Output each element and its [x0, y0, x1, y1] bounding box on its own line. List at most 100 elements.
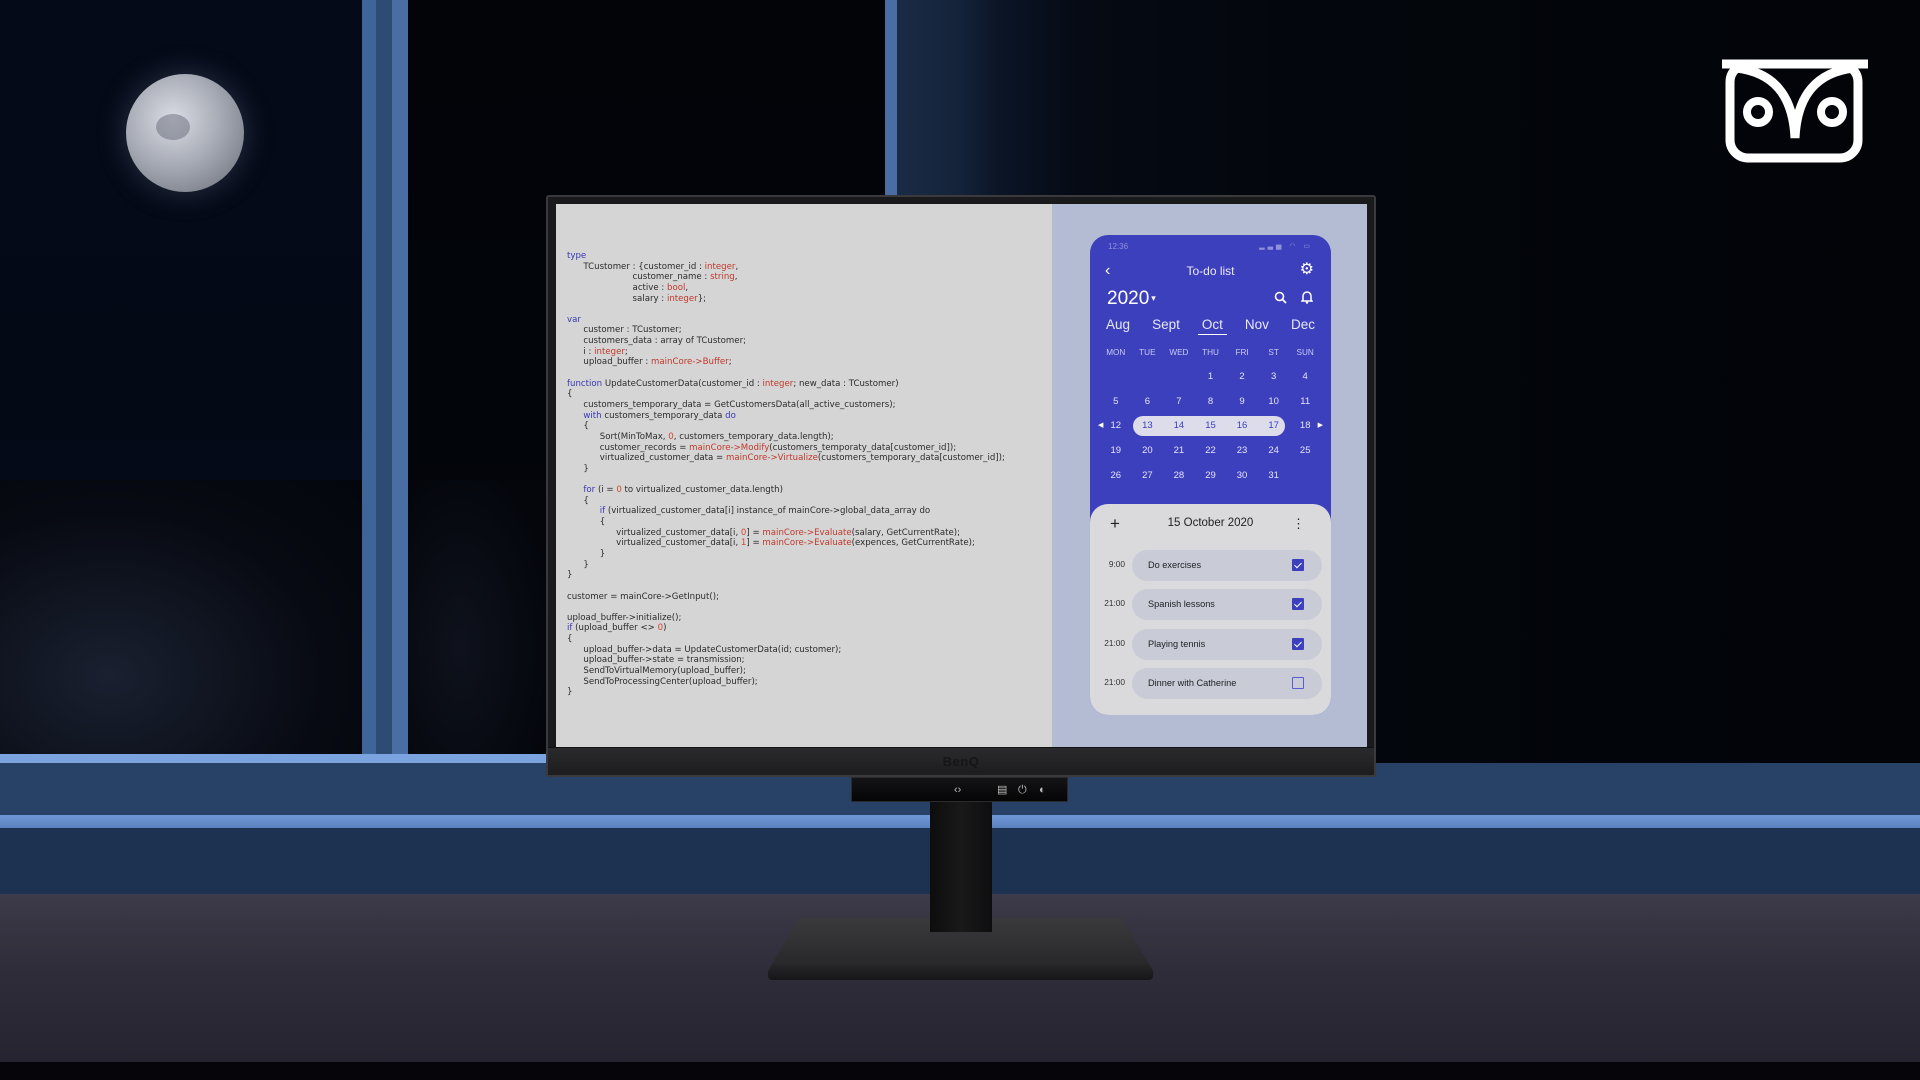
calendar-week-row: ◀ ▶ 12 13 14 15 16 17 18	[1098, 416, 1323, 444]
code-token: ,	[685, 282, 689, 293]
code-token: with	[583, 410, 602, 421]
code-line: with customers_temporary_data do	[567, 411, 1052, 422]
month-tab-oct[interactable]: Oct	[1197, 317, 1227, 335]
calendar-day[interactable]: 4	[1289, 370, 1321, 395]
calendar-day[interactable]: 23	[1226, 444, 1258, 469]
calendar-day[interactable]: 3	[1258, 370, 1290, 395]
code-token: {	[567, 495, 589, 506]
code-token: integer	[704, 261, 736, 272]
task-pill[interactable]: Spanish lessons	[1132, 589, 1322, 621]
calendar-day[interactable]: 16	[1226, 419, 1258, 444]
calendar-day[interactable]: 22	[1195, 444, 1227, 469]
code-line: {	[567, 496, 1052, 507]
calendar-day[interactable]: 13	[1132, 419, 1164, 444]
calendar-day[interactable]: 14	[1163, 419, 1195, 444]
code-token: UpdateCustomerData(customer_id :	[602, 378, 763, 389]
code-line: upload_buffer->data = UpdateCustomerData…	[567, 645, 1052, 656]
task-pill[interactable]: Dinner with Catherine	[1132, 668, 1322, 700]
eye-care-icon[interactable]: ◐	[1039, 783, 1046, 797]
code-editor[interactable]: type TCustomer : {customer_id : integer,…	[556, 204, 1052, 747]
calendar-day[interactable]: 11	[1289, 395, 1321, 420]
chevron-down-icon: ▾	[1151, 293, 1156, 304]
code-token: {	[567, 421, 589, 432]
calendar-day[interactable]: 27	[1132, 469, 1164, 494]
bell-icon[interactable]	[1301, 290, 1313, 304]
year-selector[interactable]: 2020 ▾	[1107, 288, 1156, 310]
calendar-day[interactable]: 26	[1100, 469, 1132, 494]
calendar-day	[1100, 370, 1132, 395]
calendar-day[interactable]: 21	[1163, 444, 1195, 469]
code-token: active :	[567, 282, 668, 293]
monitor-stand-neck	[930, 802, 992, 932]
code-token: salary :	[567, 293, 667, 304]
calendar-day[interactable]: 29	[1195, 469, 1227, 494]
calendar-day[interactable]: 9	[1226, 395, 1258, 420]
task-item[interactable]: 9:00 Do exercises	[1090, 550, 1331, 589]
code-line: }	[567, 560, 1052, 571]
calendar-day[interactable]: 25	[1289, 444, 1321, 469]
code-token: (salary, GetCurrentRate);	[851, 527, 961, 538]
input-switch-icon[interactable]: ‹›	[954, 783, 961, 797]
gear-icon[interactable]: ⚙	[1300, 262, 1314, 278]
calendar-day[interactable]: 2	[1226, 370, 1258, 395]
calendar-day[interactable]: 6	[1132, 395, 1164, 420]
calendar-day[interactable]: 10	[1258, 395, 1290, 420]
task-checkbox[interactable]	[1292, 637, 1304, 650]
calendar-day[interactable]: 15	[1195, 419, 1227, 444]
code-line: function UpdateCustomerData(customer_id …	[567, 379, 1052, 390]
calendar-day[interactable]: 1	[1195, 370, 1227, 395]
month-tab-aug[interactable]: Aug	[1102, 317, 1134, 335]
code-token: ,	[735, 261, 739, 272]
code-line: customers_data : array of TCustomer;	[567, 336, 1052, 347]
calendar-day[interactable]: 7	[1163, 395, 1195, 420]
task-checkbox[interactable]	[1292, 559, 1304, 571]
code-token: }	[567, 559, 589, 570]
code-token: ] =	[746, 527, 763, 538]
calendar-day[interactable]: 24	[1258, 444, 1290, 469]
task-item[interactable]: 21:00 Dinner with Catherine	[1090, 668, 1331, 707]
code-token: integer	[666, 293, 698, 304]
month-tab-nov[interactable]: Nov	[1241, 317, 1273, 335]
task-pill[interactable]: Playing tennis	[1132, 628, 1322, 660]
code-token: (i =	[595, 485, 617, 496]
code-line: {	[567, 421, 1052, 432]
task-label: Spanish lessons	[1148, 599, 1215, 610]
power-icon[interactable]: ⏻	[1018, 783, 1027, 797]
menu-icon[interactable]: ▤	[997, 783, 1007, 797]
task-item[interactable]: 21:00 Playing tennis	[1090, 628, 1331, 668]
calendar-day[interactable]: 31	[1258, 469, 1290, 494]
calendar-day[interactable]: 19	[1100, 444, 1132, 469]
month-tab-sept[interactable]: Sept	[1148, 317, 1184, 335]
code-line: SendToProcessingCenter(upload_buffer);	[567, 677, 1052, 688]
calendar-day[interactable]: 17	[1258, 419, 1290, 444]
month-tab-dec[interactable]: Dec	[1287, 317, 1319, 335]
code-token: };	[697, 293, 707, 304]
search-icon[interactable]	[1274, 291, 1287, 304]
code-line: upload_buffer->initialize();	[567, 613, 1052, 624]
code-line: type	[567, 251, 1052, 262]
calendar-day[interactable]: 5	[1100, 395, 1132, 420]
task-checkbox[interactable]	[1292, 677, 1304, 690]
weekday-label: MON	[1106, 348, 1126, 357]
task-checkbox[interactable]	[1292, 598, 1304, 611]
calendar-day[interactable]: 20	[1132, 444, 1164, 469]
task-item[interactable]: 21:00 Spanish lessons	[1090, 589, 1331, 628]
calendar-day[interactable]: 12	[1100, 419, 1132, 444]
calendar-day[interactable]: 8	[1195, 395, 1227, 420]
calendar-day[interactable]: 28	[1163, 469, 1195, 494]
code-token: ; new_data : TCustomer)	[793, 378, 899, 389]
calendar-day[interactable]: 18	[1289, 419, 1321, 444]
status-time: 12:36	[1108, 242, 1129, 251]
calendar-day[interactable]: 30	[1226, 469, 1258, 494]
code-line: customer = mainCore->GetInput();	[567, 592, 1052, 603]
code-token: customers_temporary_data	[601, 410, 726, 421]
code-token: integer	[762, 378, 794, 389]
more-options-icon[interactable]: ⋮	[1292, 516, 1305, 532]
weekday-label: SUN	[1296, 348, 1314, 357]
task-pill[interactable]: Do exercises	[1132, 550, 1322, 581]
